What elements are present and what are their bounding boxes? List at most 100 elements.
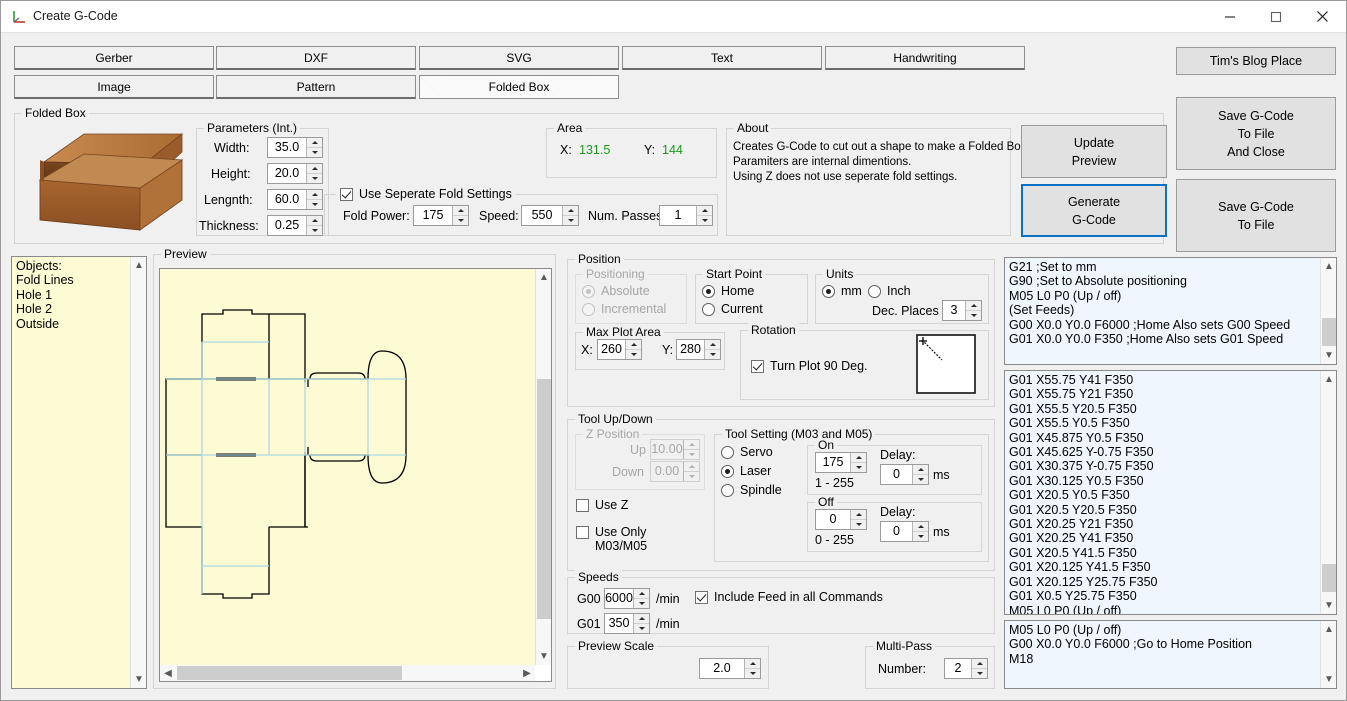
start-point-home-radio[interactable]: Home	[702, 284, 754, 298]
scroll-thumb[interactable]	[537, 379, 551, 619]
group-legend: Preview Scale	[575, 639, 657, 653]
tool-laser-radio[interactable]: Laser	[721, 464, 771, 478]
length-input[interactable]: 60.0	[267, 189, 323, 210]
close-button[interactable]	[1299, 1, 1345, 32]
dec-places-spinner[interactable]	[965, 301, 981, 320]
dec-places-input[interactable]: 3	[942, 300, 982, 321]
save-gcode-to-file-button[interactable]: Save G-Code To File	[1176, 179, 1336, 252]
radio-circle	[868, 285, 881, 298]
tool-on-delay-input[interactable]: 0	[880, 464, 929, 485]
tab-folded-box[interactable]: Folded Box	[419, 75, 619, 99]
length-spinner[interactable]	[306, 190, 322, 209]
area-y-value: 144	[662, 143, 683, 157]
thickness-spinner[interactable]	[306, 216, 322, 235]
scroll-thumb[interactable]	[1322, 318, 1336, 346]
tool-off-delay-spinner[interactable]	[912, 522, 928, 541]
tool-off-spinner[interactable]	[850, 510, 866, 529]
gcode-body-scrollbar[interactable]: ▲ ▼	[1320, 371, 1336, 614]
fold-speed-spinner[interactable]	[562, 206, 578, 225]
scroll-right-icon[interactable]: ▶	[519, 665, 535, 681]
scroll-down-icon[interactable]: ▼	[1321, 671, 1337, 688]
num-passes-spinner[interactable]	[696, 206, 712, 225]
preview-horizontal-scrollbar[interactable]: ◀ ▶	[160, 665, 535, 681]
tab-pattern[interactable]: Pattern	[216, 75, 416, 99]
max-plot-y-input[interactable]: 280	[676, 339, 721, 360]
fold-power-input[interactable]: 175	[413, 205, 469, 226]
radio-label: Current	[721, 302, 763, 316]
thickness-input[interactable]: 0.25	[267, 215, 323, 236]
scroll-left-icon[interactable]: ◀	[160, 665, 176, 681]
tab-image[interactable]: Image	[14, 75, 214, 99]
generate-gcode-button[interactable]: Generate G-Code	[1021, 184, 1167, 237]
tool-on-delay-spinner[interactable]	[912, 465, 928, 484]
preview-scale-spinner[interactable]	[744, 659, 760, 678]
z-down-input: 0.00	[650, 461, 700, 482]
update-preview-button[interactable]: Update Preview	[1021, 125, 1167, 178]
gcode-header-panel[interactable]: G21 ;Set to mm G90 ;Set to Absolute posi…	[1004, 257, 1337, 365]
tool-on-spinner[interactable]	[850, 453, 866, 472]
gcode-header-scrollbar[interactable]: ▲ ▼	[1320, 258, 1336, 364]
z-up-label: Up	[630, 443, 646, 457]
length-value: 60.0	[268, 190, 306, 209]
max-plot-x-spinner[interactable]	[625, 340, 641, 359]
preview-vertical-scrollbar[interactable]: ▲ ▼	[535, 269, 551, 665]
g00-speed-input[interactable]: 6000	[604, 588, 650, 609]
tool-off-delay-input[interactable]: 0	[880, 521, 929, 542]
fold-power-spinner[interactable]	[452, 206, 468, 225]
tab-text[interactable]: Text	[622, 46, 822, 70]
tool-on-delay-value: 0	[881, 465, 912, 484]
checkbox-label: Turn Plot 90 Deg.	[770, 359, 868, 373]
tool-spindle-radio[interactable]: Spindle	[721, 483, 782, 497]
minimize-button[interactable]	[1207, 1, 1253, 32]
objects-vertical-scrollbar[interactable]: ▲ ▼	[130, 257, 146, 688]
preview-scale-input[interactable]: 2.0	[699, 658, 761, 679]
tool-off-value-input[interactable]: 0	[815, 509, 867, 530]
gcode-footer-panel[interactable]: M05 L0 P0 (Up / off) G00 X0.0 Y0.0 F6000…	[1004, 620, 1337, 689]
height-input[interactable]: 20.0	[267, 163, 323, 184]
multi-pass-number-input[interactable]: 2	[944, 658, 988, 679]
scroll-up-icon[interactable]: ▲	[1321, 371, 1337, 388]
use-z-checkbox[interactable]: Use Z	[576, 498, 628, 512]
maximize-button[interactable]	[1253, 1, 1299, 32]
gcode-footer-scrollbar[interactable]: ▲ ▼	[1320, 621, 1336, 688]
max-plot-x-input[interactable]: 260	[597, 339, 642, 360]
g01-speed-input[interactable]: 350	[604, 613, 650, 634]
width-input[interactable]: 35.0	[267, 137, 323, 158]
use-only-m03-m05-checkbox[interactable]: Use Only M03/M05	[576, 525, 647, 553]
scroll-up-icon[interactable]: ▲	[131, 257, 147, 274]
scroll-thumb[interactable]	[177, 666, 402, 680]
scroll-down-icon[interactable]: ▼	[536, 648, 552, 665]
tool-on-value-input[interactable]: 175	[815, 452, 867, 473]
tab-svg[interactable]: SVG	[419, 46, 619, 70]
g01-spinner[interactable]	[633, 614, 649, 633]
height-spinner[interactable]	[306, 164, 322, 183]
fold-speed-input[interactable]: 550	[521, 205, 579, 226]
num-passes-input[interactable]: 1	[659, 205, 713, 226]
start-point-current-radio[interactable]: Current	[702, 302, 763, 316]
save-gcode-to-file-and-close-button[interactable]: Save G-Code To File And Close	[1176, 97, 1336, 170]
g00-spinner[interactable]	[633, 589, 649, 608]
scroll-up-icon[interactable]: ▲	[1321, 621, 1337, 638]
scroll-down-icon[interactable]: ▼	[1321, 347, 1337, 364]
scroll-thumb[interactable]	[1322, 564, 1336, 592]
tab-handwriting[interactable]: Handwriting	[825, 46, 1025, 70]
tab-dxf[interactable]: DXF	[216, 46, 416, 70]
use-separate-fold-settings-checkbox[interactable]: Use Seperate Fold Settings	[336, 187, 516, 201]
units-mm-radio[interactable]: mm	[822, 284, 862, 298]
objects-list[interactable]: Objects: Fold Lines Hole 1 Hole 2 Outsid…	[11, 256, 147, 689]
turn-plot-90-checkbox[interactable]: Turn Plot 90 Deg.	[751, 359, 868, 373]
multi-pass-spinner[interactable]	[971, 659, 987, 678]
scroll-up-icon[interactable]: ▲	[1321, 258, 1337, 275]
units-inch-radio[interactable]: Inch	[868, 284, 911, 298]
gcode-body-panel[interactable]: G01 X55.75 Y41 F350 G01 X55.75 Y21 F350 …	[1004, 370, 1337, 615]
width-spinner[interactable]	[306, 138, 322, 157]
tims-blog-place-button[interactable]: Tim's Blog Place	[1176, 47, 1336, 75]
tab-gerber[interactable]: Gerber	[14, 46, 214, 70]
scroll-down-icon[interactable]: ▼	[131, 671, 147, 688]
preview-canvas-panel[interactable]: ▲ ▼ ◀ ▶	[159, 268, 552, 682]
tool-servo-radio[interactable]: Servo	[721, 445, 773, 459]
include-feed-checkbox[interactable]: Include Feed in all Commands	[695, 590, 883, 604]
scroll-up-icon[interactable]: ▲	[536, 269, 552, 286]
max-plot-y-spinner[interactable]	[704, 340, 720, 359]
scroll-down-icon[interactable]: ▼	[1321, 597, 1337, 614]
